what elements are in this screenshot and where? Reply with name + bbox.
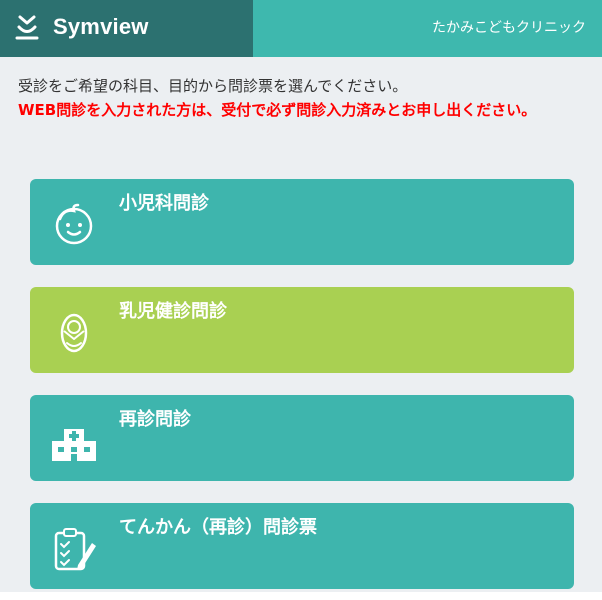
clipboard-pen-icon <box>54 528 96 571</box>
menu-card-pediatrics[interactable]: 小児科問診 <box>30 179 574 265</box>
hospital-icon <box>52 429 96 461</box>
brand-area[interactable]: Symview <box>0 0 253 57</box>
menu-card-revisit[interactable]: 再診問診 <box>30 395 574 481</box>
child-face-icon <box>55 203 93 245</box>
clinic-name: たかみこどもクリニック <box>432 20 586 36</box>
notice-text: WEB問診を入力された方は、受付で必ず問診入力済みとお申し出ください。 <box>18 101 537 119</box>
menu-card-label: てんかん（再診）問診票 <box>119 517 317 538</box>
menu-card-label: 小児科問診 <box>119 193 209 214</box>
menu-card-label: 再診問診 <box>119 409 191 430</box>
menu-card-epilepsy[interactable]: てんかん（再診）問診票 <box>30 503 574 589</box>
intro-text: 受診をご希望の科目、目的から問診票を選んでください。 <box>18 77 408 95</box>
bottom-strip <box>0 592 602 600</box>
swaddled-baby-icon <box>60 313 88 353</box>
app-header: Symview たかみこどもクリニック <box>0 0 602 57</box>
symview-logo-icon <box>15 15 39 40</box>
brand-name: Symview <box>53 14 149 39</box>
menu-card-label: 乳児健診問診 <box>119 301 227 322</box>
menu-card-infant-checkup[interactable]: 乳児健診問診 <box>30 287 574 373</box>
